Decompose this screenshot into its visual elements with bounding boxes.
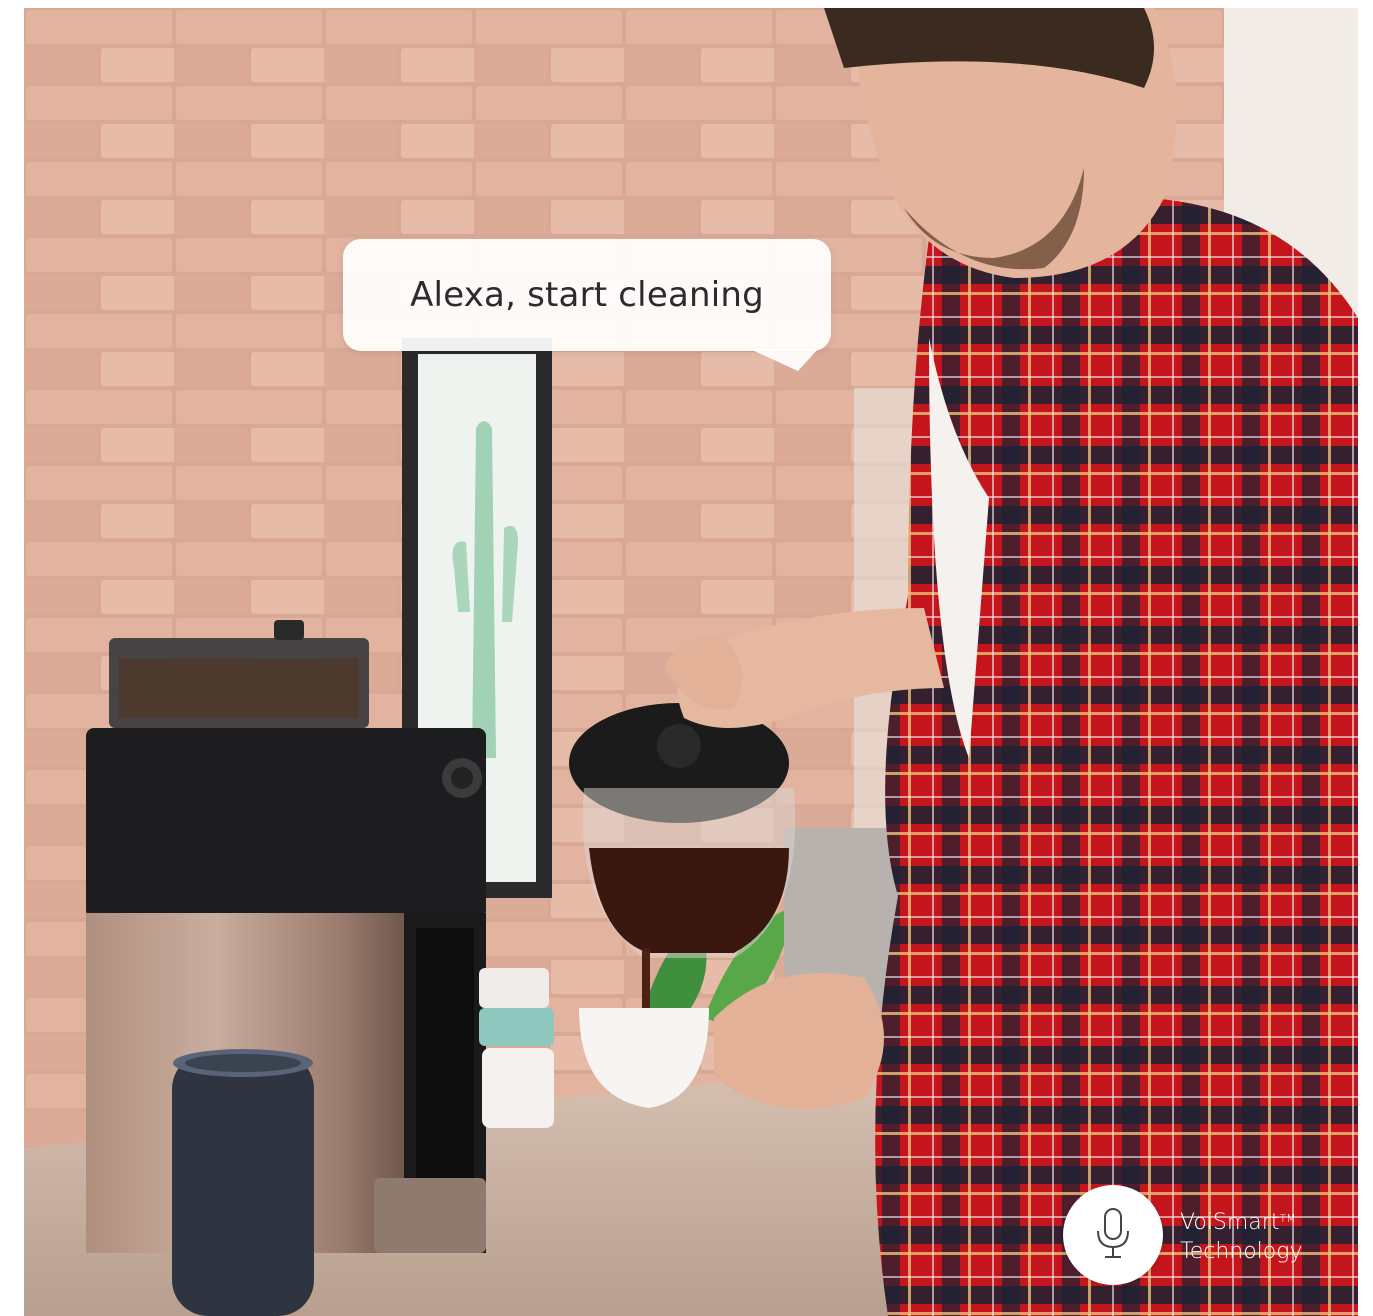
speech-bubble-tail <box>750 349 818 371</box>
brand-subtitle: Technology <box>1180 1239 1303 1264</box>
trademark-mark: TM <box>1279 1212 1296 1225</box>
speech-bubble: Alexa, start cleaning <box>343 239 831 351</box>
kitchen-photo <box>24 8 1358 1316</box>
speech-bubble-text: Alexa, start cleaning <box>410 275 764 315</box>
smart-speaker <box>172 1049 314 1316</box>
photo-frame: Alexa, start cleaning VoiSmartTM Technol… <box>24 8 1358 1316</box>
voismart-label: VoiSmartTM Technology <box>1180 1208 1302 1266</box>
brand-name: VoiSmart <box>1180 1210 1280 1235</box>
voismart-badge <box>1063 1185 1163 1285</box>
cup-stack <box>479 968 554 1128</box>
microphone-icon <box>1097 1208 1129 1258</box>
